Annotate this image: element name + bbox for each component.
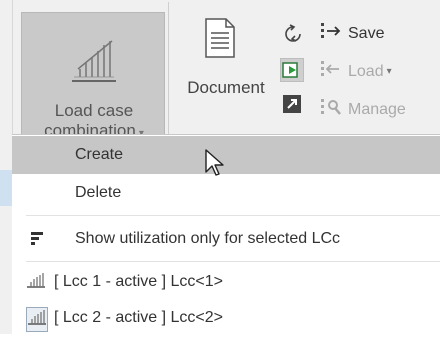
document-button[interactable]: Document [176,18,268,108]
load-case-icon [26,271,46,294]
save-button[interactable]: Save [320,22,384,45]
load-button[interactable]: Load ▾ [320,60,392,83]
expand-arrow-icon[interactable] [282,94,302,119]
menu-item-label: Show utilization only for selected LCc [75,230,341,247]
lcc-label-line1: Load case [54,101,134,120]
ribbon-separator [168,2,169,152]
play-icon[interactable] [280,58,304,82]
save-label: Save [348,24,385,42]
chevron-down-icon: ▾ [386,66,392,77]
left-panel-selection [0,170,12,206]
menu-item-label: [ Lcc 2 - active ] Lcc<2> [54,309,223,326]
menu-item-lcc-1[interactable]: [ Lcc 1 - active ] Lcc<1> [12,263,440,301]
menu-item-lcc-2[interactable]: [ Lcc 2 - active ] Lcc<2> [12,299,440,337]
save-icon [320,22,342,45]
menu-item-delete[interactable]: Delete [12,174,440,212]
filter-lines-icon [30,230,46,251]
menu-separator [26,215,440,216]
document-label: Document [187,78,265,97]
menu-item-create[interactable]: Create [12,136,440,174]
load-label: Load [348,62,384,80]
menu-separator [26,261,440,262]
menu-item-label: Delete [75,184,122,201]
menu-item-label: Create [75,146,124,163]
load-icon [320,60,342,83]
dropdown-menu: Create Delete Show utilization only for … [12,134,440,335]
manage-button[interactable]: Manage [320,98,406,121]
menu-item-show-utilization[interactable]: Show utilization only for selected LCc [12,220,440,258]
manage-label: Manage [348,100,406,118]
refresh-icon[interactable] [284,24,302,49]
manage-icon [320,98,342,121]
load-case-icon [26,307,48,332]
mouse-cursor-icon [204,148,226,183]
load-case-combination-icon [70,39,118,90]
document-icon [204,18,236,63]
menu-item-label: [ Lcc 1 - active ] Lcc<1> [54,273,223,290]
